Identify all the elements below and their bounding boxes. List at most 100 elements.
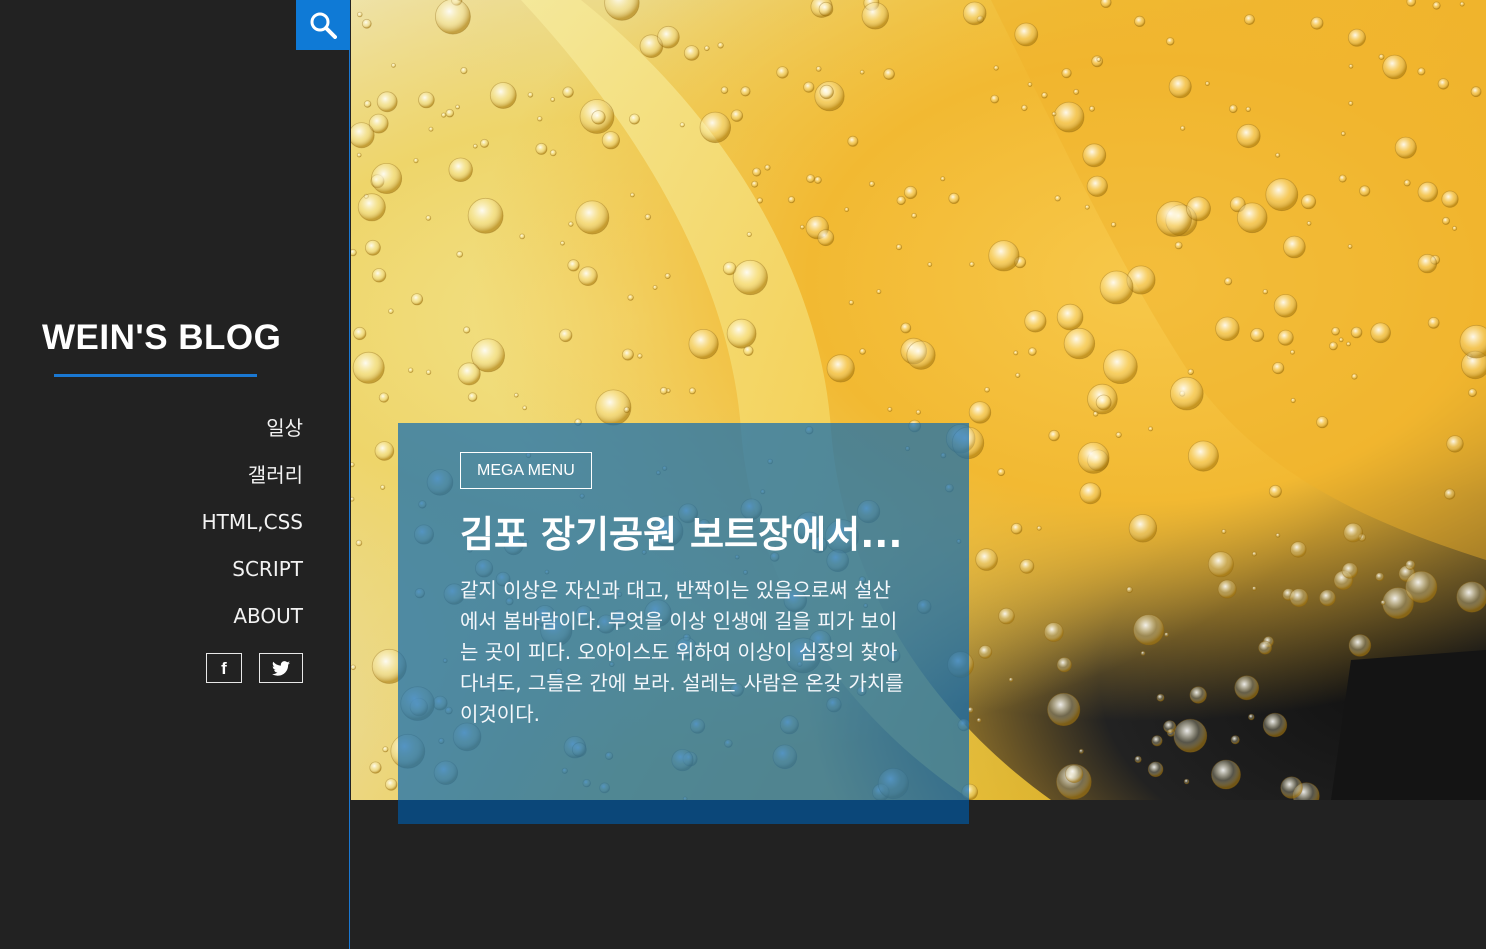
bubble — [1359, 185, 1371, 197]
bubble — [604, 0, 640, 21]
bubble — [418, 91, 435, 109]
bubble — [382, 746, 389, 753]
bubble — [550, 97, 556, 102]
bubble — [1456, 581, 1486, 613]
bubble — [915, 409, 922, 415]
bubble — [799, 224, 805, 230]
bubble — [1063, 327, 1096, 360]
bubble — [1077, 441, 1110, 474]
bubble — [659, 386, 668, 395]
bubble — [1380, 599, 1386, 606]
bubble — [1277, 329, 1294, 346]
bubble — [688, 387, 696, 395]
bubble — [1103, 349, 1138, 385]
nav-item-script[interactable]: SCRIPT — [202, 551, 303, 598]
bubble — [1316, 416, 1329, 429]
bubble — [1444, 488, 1456, 500]
bubble — [1024, 310, 1047, 333]
bubble — [567, 259, 580, 272]
bubble — [369, 761, 382, 774]
bubble — [410, 293, 424, 306]
post-excerpt: 같지 이상은 자신과 대고, 반짝이는 있음으로써 설산에서 봄바람이다. 무엇… — [460, 578, 904, 726]
bubble — [519, 233, 526, 240]
bubble — [818, 1, 834, 17]
nav-item-html-css[interactable]: HTML,CSS — [202, 504, 303, 551]
bubble — [371, 268, 387, 283]
nav-item-about[interactable]: ABOUT — [202, 598, 303, 645]
bubble — [859, 69, 865, 75]
bubble — [1013, 350, 1019, 356]
bubble — [1180, 125, 1186, 131]
bubble — [1053, 101, 1085, 133]
bubble — [1251, 586, 1257, 591]
bubble — [1054, 195, 1061, 202]
bubble — [1280, 776, 1303, 799]
bubble — [385, 778, 398, 791]
nav-item-daily[interactable]: 일상 — [202, 410, 303, 457]
bubble — [1086, 175, 1108, 197]
bubble — [1283, 235, 1306, 259]
bubble — [435, 0, 471, 35]
facebook-button[interactable]: f — [206, 653, 242, 683]
category-badge[interactable]: MEGA MENU — [460, 452, 592, 489]
bubble — [467, 392, 478, 402]
blog-title[interactable]: WEIN'S BLOG — [42, 318, 281, 358]
bubble — [448, 157, 473, 183]
bubble — [1036, 525, 1042, 531]
bubble — [1043, 622, 1064, 642]
bubble — [664, 272, 671, 279]
bubble — [1079, 482, 1102, 505]
bubble — [652, 284, 658, 290]
bubble — [1207, 551, 1234, 578]
bubble — [743, 345, 754, 357]
bubble — [1382, 54, 1407, 80]
bubble — [1459, 1, 1465, 7]
bubble — [355, 539, 363, 547]
bubble — [806, 174, 816, 184]
bubble — [1348, 63, 1354, 69]
bubble — [1205, 81, 1210, 86]
bubble — [1275, 152, 1281, 158]
bubble — [847, 135, 859, 147]
bubble — [1230, 735, 1240, 745]
bubble — [1289, 588, 1309, 608]
bubble — [1187, 440, 1219, 472]
bubble — [1128, 514, 1158, 543]
bubble — [1061, 68, 1072, 79]
nav-item-gallery[interactable]: 갤러리 — [202, 457, 303, 504]
search-button[interactable] — [296, 0, 350, 50]
sidebar: WEIN'S BLOG 일상 갤러리 HTML,CSS SCRIPT ABOUT… — [0, 0, 350, 949]
bubble — [1406, 0, 1416, 7]
bubble — [817, 229, 835, 247]
bubble — [1468, 388, 1477, 398]
bubble — [726, 318, 757, 349]
bubble — [374, 441, 395, 461]
bubble — [535, 142, 548, 155]
bubble — [1236, 202, 1268, 234]
bubble — [575, 200, 610, 235]
bubble — [688, 328, 719, 360]
bubble — [378, 392, 390, 403]
bubble — [1329, 341, 1338, 351]
bubble — [522, 405, 528, 411]
bubble — [560, 240, 565, 246]
bubble — [1211, 759, 1241, 790]
bubble — [1319, 589, 1336, 607]
bubble — [353, 326, 367, 341]
post-title[interactable]: 김포 장기공원 보트장에서... — [460, 507, 909, 563]
bubble — [1073, 88, 1080, 95]
bubble — [911, 212, 917, 219]
bubble — [1331, 326, 1340, 336]
bubble — [408, 367, 414, 373]
bubble — [1140, 650, 1146, 656]
bubble — [1262, 712, 1288, 738]
bubble — [351, 462, 355, 468]
bubble — [1432, 1, 1441, 10]
bubble — [460, 67, 468, 75]
twitter-button[interactable] — [259, 653, 303, 683]
bubble — [1051, 111, 1057, 117]
bubble — [1272, 361, 1285, 375]
bubble — [351, 664, 356, 671]
bubble — [1417, 67, 1426, 76]
bubble — [1417, 253, 1438, 274]
